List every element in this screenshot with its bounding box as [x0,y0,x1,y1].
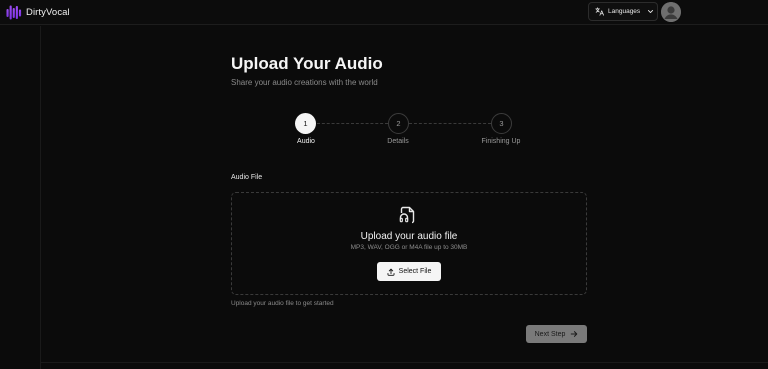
languages-dropdown[interactable]: Languages [588,2,658,21]
brand-name: DirtyVocal [26,6,70,18]
top-header: DirtyVocal Languages [0,0,768,25]
page-title: Upload Your Audio [231,54,383,73]
step-number: 2 [396,119,401,128]
chevron-down-icon [648,9,654,14]
step-number: 1 [303,119,308,128]
upload-helper-text: Upload your audio file to get started [231,300,334,307]
step-number: 3 [499,119,504,128]
audio-file-label: Audio File [231,174,263,181]
step-3-indicator[interactable]: 3 [491,113,512,134]
bottom-divider [40,362,768,363]
audio-file-icon [399,206,415,224]
logo-icon [6,5,22,19]
select-file-button[interactable]: Select File [377,262,441,281]
user-avatar-icon [661,2,681,22]
next-step-label: Next Step [534,330,566,338]
arrow-right-icon [571,331,578,337]
brand[interactable]: DirtyVocal [6,3,70,21]
upload-icon [387,268,395,276]
upload-title: Upload your audio file [360,231,458,242]
languages-label: Languages [608,8,641,15]
translate-icon [595,7,604,16]
page-subtitle: Share your audio creations with the worl… [231,78,378,87]
next-step-button[interactable]: Next Step [526,325,587,343]
select-file-label: Select File [398,268,432,275]
upload-hint: MP3, WAV, OGG or M4A file up to 30MB [350,244,468,251]
user-avatar[interactable] [661,2,681,22]
step-2-indicator[interactable]: 2 [388,113,409,134]
step-1-indicator[interactable]: 1 [295,113,316,134]
